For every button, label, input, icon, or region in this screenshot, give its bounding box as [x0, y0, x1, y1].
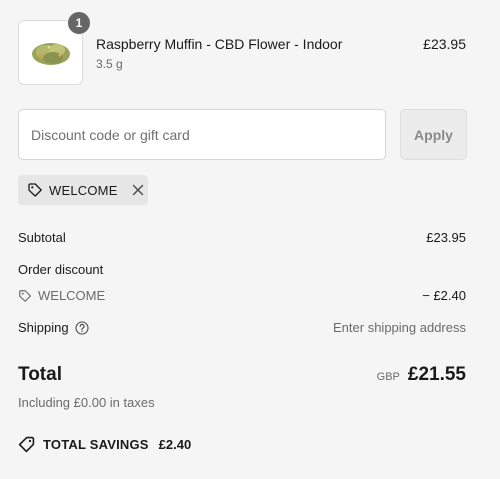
total-savings-amount: £2.40 [158, 437, 192, 452]
product-name: Raspberry Muffin - CBD Flower - Indoor [96, 36, 343, 52]
order-discount-value: − £2.40 [422, 288, 466, 303]
discount-code-input[interactable] [18, 109, 386, 160]
cannabis-flower-image [31, 42, 70, 65]
quantity-badge: 1 [67, 11, 91, 35]
subtotal-value: £23.95 [426, 230, 466, 245]
total-label: Total [18, 364, 62, 385]
shipping-value: Enter shipping address [333, 320, 466, 335]
product-variant: 3.5 g [96, 57, 123, 71]
tag-icon [19, 289, 31, 302]
order-discount-code-text: WELCOME [38, 288, 106, 303]
order-discount-code: WELCOME [18, 288, 105, 303]
total-value: GBP £21.55 [377, 364, 466, 386]
total-currency: GBP [376, 371, 400, 383]
applied-discount-chip: WELCOME [18, 175, 148, 205]
apply-discount-button[interactable]: Apply [400, 109, 467, 160]
discount-tag-icon [18, 436, 35, 453]
close-icon [132, 184, 143, 196]
remove-discount-button[interactable] [132, 184, 144, 196]
order-discount-label: Order discount [18, 262, 104, 277]
subtotal-label: Subtotal [18, 230, 66, 245]
taxes-note: Including £0.00 in taxes [18, 395, 155, 410]
tag-icon [28, 183, 42, 197]
total-savings-label: TOTAL SAVINGS [43, 437, 149, 452]
total-amount: £21.55 [407, 364, 466, 385]
total-savings: TOTAL SAVINGS £2.40 [18, 436, 191, 453]
shipping-label: Shipping [18, 320, 69, 335]
product-price: £23.95 [423, 36, 466, 52]
help-circle-icon[interactable] [75, 320, 89, 335]
shipping-row-label: Shipping [18, 320, 89, 335]
applied-discount-code: WELCOME [49, 182, 118, 198]
